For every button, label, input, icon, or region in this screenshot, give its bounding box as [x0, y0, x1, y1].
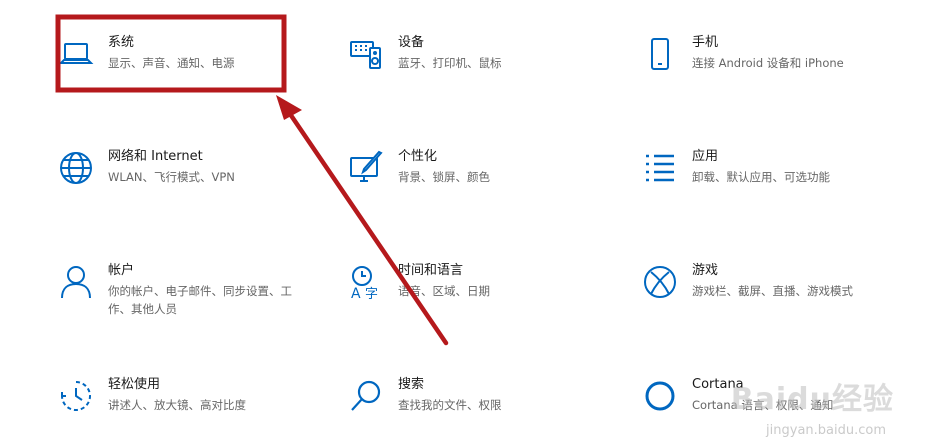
- tile-title: 轻松使用: [108, 377, 161, 392]
- tile-title: 搜索: [398, 377, 425, 392]
- tile-description: 你的帐户、电子邮件、同步设置、工作、其他人员: [108, 284, 292, 316]
- settings-tile-network[interactable]: 网络和 Internet WLAN、飞行模式、VPN: [56, 148, 296, 208]
- settings-tile-accounts[interactable]: 帐户 你的帐户、电子邮件、同步设置、工作、其他人员: [56, 262, 316, 322]
- annotation-arrow-head: [276, 95, 302, 120]
- tile-description: WLAN、飞行模式、VPN: [108, 170, 235, 184]
- tile-description: 语音、区域、日期: [398, 284, 490, 298]
- settings-tile-gaming[interactable]: 游戏 游戏栏、截屏、直播、游戏模式: [640, 262, 900, 322]
- settings-tile-personalization[interactable]: 个性化 背景、锁屏、颜色: [346, 148, 586, 208]
- watermark-url: jingyan.baidu.com: [766, 423, 886, 438]
- tile-description: 游戏栏、截屏、直播、游戏模式: [692, 284, 853, 298]
- tile-title: 设备: [398, 35, 425, 50]
- settings-tile-system[interactable]: 系统 显示、声音、通知、电源: [56, 34, 296, 94]
- tile-title: 手机: [692, 35, 719, 50]
- phone-icon: [640, 34, 680, 74]
- tile-title: 时间和语言: [398, 263, 464, 278]
- tile-title: 个性化: [398, 149, 438, 164]
- settings-tile-time-language[interactable]: A 字 时间和语言 语音、区域、日期: [346, 262, 586, 322]
- tile-title: 帐户: [108, 263, 135, 278]
- xbox-icon: [640, 262, 680, 302]
- tile-description: 蓝牙、打印机、鼠标: [398, 56, 502, 70]
- tile-description: 连接 Android 设备和 iPhone: [692, 56, 844, 70]
- tile-description: 显示、声音、通知、电源: [108, 56, 235, 70]
- laptop-icon: [56, 34, 96, 74]
- tile-title: 游戏: [692, 263, 719, 278]
- apps-list-icon: [640, 148, 680, 188]
- keyboard-speaker-icon: [346, 34, 386, 74]
- time-language-icon: A 字: [346, 262, 386, 302]
- settings-tile-apps[interactable]: 应用 卸载、默认应用、可选功能: [640, 148, 900, 208]
- paint-brush-icon: [346, 148, 386, 188]
- svg-text:A: A: [351, 286, 361, 300]
- cortana-icon: [640, 376, 680, 416]
- settings-tile-devices[interactable]: 设备 蓝牙、打印机、鼠标: [346, 34, 586, 94]
- watermark: Baidu经验: [730, 382, 894, 417]
- svg-text:字: 字: [365, 287, 378, 300]
- settings-tile-ease-of-access[interactable]: 轻松使用 讲述人、放大镜、高对比度: [56, 376, 296, 436]
- globe-icon: [56, 148, 96, 188]
- search-icon: [346, 376, 386, 416]
- ease-of-access-icon: [56, 376, 96, 416]
- person-icon: [56, 262, 96, 302]
- settings-tile-search[interactable]: 搜索 查找我的文件、权限: [346, 376, 586, 436]
- tile-title: 应用: [692, 149, 719, 164]
- tile-title: 系统: [108, 35, 135, 50]
- tile-title: 网络和 Internet: [108, 149, 203, 164]
- tile-description: 讲述人、放大镜、高对比度: [108, 398, 246, 412]
- tile-description: 背景、锁屏、颜色: [398, 170, 490, 184]
- tile-description: 卸载、默认应用、可选功能: [692, 170, 830, 184]
- settings-tile-phone[interactable]: 手机 连接 Android 设备和 iPhone: [640, 34, 900, 94]
- tile-description: 查找我的文件、权限: [398, 398, 502, 412]
